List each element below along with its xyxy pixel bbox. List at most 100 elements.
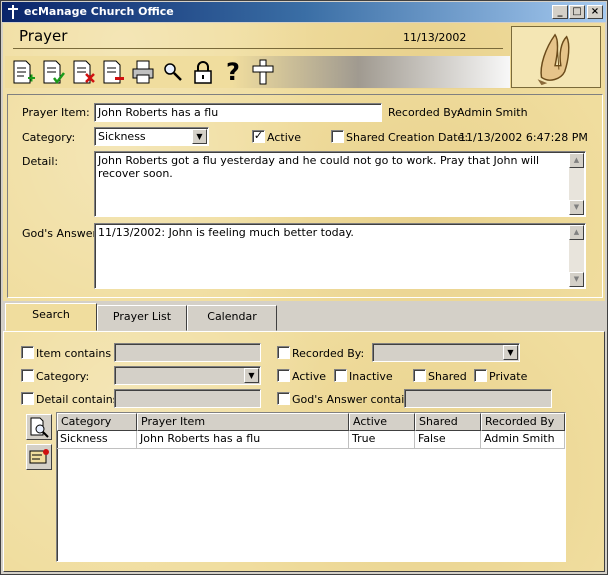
remove-record-button[interactable] [99,58,127,86]
page-title: Prayer [19,27,68,45]
search-private-checkbox[interactable] [474,369,487,382]
detail-panel: Prayer Item: John Roberts has a flu Reco… [7,94,603,298]
search-inactive-checkbox[interactable] [334,369,347,382]
chevron-down-icon[interactable]: ▼ [244,368,259,383]
active-checkbox[interactable]: ✓ [252,130,265,143]
shared-checkbox[interactable] [331,130,344,143]
new-record-button[interactable] [9,58,37,86]
scroll-up-icon[interactable]: ▲ [569,153,584,168]
category-select[interactable]: Sickness ▼ [94,127,209,146]
gods-answer-contains-label: God's Answer contains [292,393,418,406]
search-category-select[interactable]: ▼ [114,366,261,385]
column-header-recorded-by[interactable]: Recorded By [481,413,565,431]
search-private-label: Private [489,370,528,383]
tab-prayer-list[interactable]: Prayer List [97,305,187,331]
lock-button[interactable] [189,58,217,86]
chevron-down-icon[interactable]: ▼ [503,345,518,360]
search-document-icon [30,417,49,438]
cell-category: Sickness [57,431,137,449]
find-button[interactable] [159,58,187,86]
category-selected-value: Sickness [98,130,146,143]
new-icon [13,60,35,84]
category-label: Category: [22,131,76,144]
active-label: Active [267,131,302,144]
creation-date-value: 11/13/2002 6:47:28 PM [459,131,588,144]
detail-scrollbar[interactable]: ▲ ▼ [569,153,584,215]
help-icon: ? [226,58,240,86]
detail-text: John Roberts got a flu yesterday and he … [98,154,540,180]
gods-answer-contains-checkbox[interactable] [277,392,290,405]
scroll-down-icon[interactable]: ▼ [569,200,584,215]
column-header-active[interactable]: Active [349,413,415,431]
item-contains-label: Item contains [36,347,112,360]
search-shared-checkbox[interactable] [413,369,426,382]
delete-icon [73,60,95,84]
toolbar: ? [5,56,510,88]
delete-record-button[interactable] [69,58,97,86]
cross-icon [252,59,274,85]
detail-contains-label: Detail contains [36,393,119,406]
results-grid[interactable]: Category Prayer Item Active Shared Recor… [56,412,566,562]
clear-search-button[interactable] [26,444,52,470]
print-icon [132,60,154,84]
item-contains-checkbox[interactable] [21,346,34,359]
app-window: ecManage Church Office _ □ × Prayer 11/1… [0,0,608,575]
gods-answer-label: God's Answer: [22,227,101,240]
tab-search[interactable]: Search [5,303,97,331]
title-bar[interactable]: ecManage Church Office _ □ × [2,2,606,22]
page-date: 11/13/2002 [403,31,467,44]
scroll-down-icon[interactable]: ▼ [569,272,584,287]
tab-strip: Search Prayer List Calendar [3,303,605,331]
page-header: Prayer 11/13/2002 ? [3,23,605,89]
cell-recorded-by: Admin Smith [481,431,565,449]
cross-icon [8,5,18,19]
detail-contains-checkbox[interactable] [21,392,34,405]
search-active-checkbox[interactable] [277,369,290,382]
search-shared-label: Shared [428,370,467,383]
print-button[interactable] [129,58,157,86]
prayer-item-field[interactable]: John Roberts has a flu [94,103,382,122]
clear-filter-icon [29,449,49,464]
save-icon [43,60,65,85]
cell-active: True [349,431,415,449]
item-contains-input[interactable] [114,343,261,362]
detail-label: Detail: [22,155,59,168]
praying-hands-image [511,26,601,88]
gods-answer-scrollbar[interactable]: ▲ ▼ [569,225,584,287]
search-category-label: Category: [36,370,90,383]
gods-answer-text: 11/13/2002: John is feeling much better … [98,226,354,239]
column-header-category[interactable]: Category [57,413,137,431]
search-inactive-label: Inactive [349,370,393,383]
detail-textarea[interactable]: John Roberts got a flu yesterday and he … [94,151,586,217]
close-button[interactable]: × [587,5,603,19]
column-header-prayer-item[interactable]: Prayer Item [137,413,349,431]
lock-icon [194,61,212,84]
praying-hands-icon [537,33,570,86]
cross-button[interactable] [249,58,277,86]
remove-icon [103,60,124,84]
column-header-shared[interactable]: Shared [415,413,481,431]
gods-answer-textarea[interactable]: 11/13/2002: John is feeling much better … [94,223,586,289]
prayer-item-label: Prayer Item: [22,106,90,119]
window-title: ecManage Church Office [24,5,174,18]
search-category-checkbox[interactable] [21,369,34,382]
cell-prayer-item: John Roberts has a flu [137,431,349,449]
recorded-by-value: Admin Smith [457,106,528,119]
recorded-by-checkbox[interactable] [277,346,290,359]
minimize-button[interactable]: _ [552,5,568,19]
gods-answer-contains-input[interactable] [404,389,552,408]
run-search-button[interactable] [26,414,52,440]
recorded-by-label: Recorded By: [388,106,461,119]
help-button[interactable]: ? [219,58,247,86]
maximize-button[interactable]: □ [569,5,585,19]
tab-calendar[interactable]: Calendar [187,305,277,331]
detail-area: Prayer Item: John Roberts has a flu Reco… [3,89,605,301]
detail-contains-input[interactable] [114,389,261,408]
search-active-label: Active [292,370,327,383]
recorded-by-select[interactable]: ▼ [372,343,520,362]
chevron-down-icon[interactable]: ▼ [192,129,207,144]
header-divider [13,48,503,49]
search-recorded-by-label: Recorded By: [292,347,365,360]
scroll-up-icon[interactable]: ▲ [569,225,584,240]
save-record-button[interactable] [39,58,67,86]
